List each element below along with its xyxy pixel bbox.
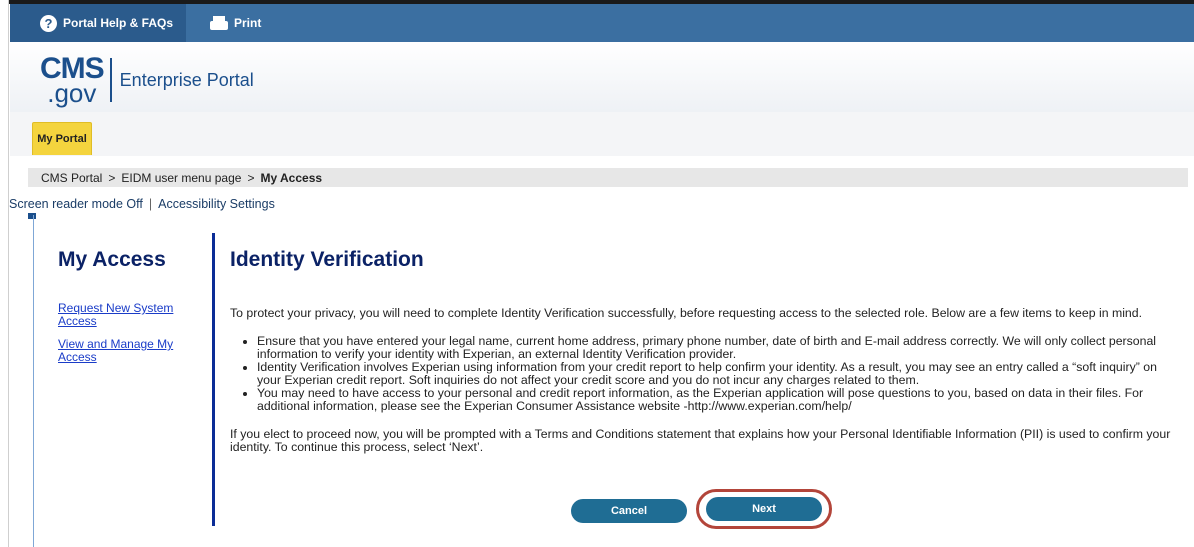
- utility-bar: ? Portal Help & FAQs Print: [10, 4, 1194, 42]
- sidebar: My Access Request New System Access View…: [58, 248, 198, 364]
- list-item: You may need to have access to your pers…: [257, 387, 1175, 413]
- breadcrumb-separator: >: [247, 170, 255, 185]
- accessibility-links: Screen reader mode Off | Accessibility Set…: [9, 197, 275, 211]
- column-divider: [212, 233, 215, 526]
- window-left-border: [0, 0, 9, 547]
- breadcrumb-cms-portal[interactable]: CMS Portal: [41, 171, 102, 185]
- site-header: CMS .gov Enterprise Portal: [10, 42, 1194, 112]
- sidebar-title: My Access: [58, 248, 166, 271]
- tab-bar: My Portal: [10, 112, 1194, 156]
- sidebar-link-view-and-manage-access[interactable]: View and Manage My Access: [58, 338, 198, 364]
- accessibility-settings-link[interactable]: Accessibility Settings: [158, 197, 275, 211]
- next-button[interactable]: Next: [706, 497, 822, 521]
- print-button[interactable]: Print: [206, 4, 261, 42]
- print-label: Print: [234, 16, 262, 30]
- content-corner-marker: [28, 213, 36, 219]
- list-item: Ensure that you have entered your legal …: [257, 335, 1175, 361]
- list-item: Identity Verification involves Experian …: [257, 361, 1175, 387]
- cancel-button[interactable]: Cancel: [571, 499, 687, 523]
- portal-help-button[interactable]: ? Portal Help & FAQs: [10, 4, 186, 42]
- guidance-list: Ensure that you have entered your legal …: [230, 335, 1175, 413]
- tab-my-portal[interactable]: My Portal: [32, 122, 92, 155]
- content-left-rule: [33, 215, 34, 547]
- cms-gov-mark: CMS .gov: [40, 52, 105, 108]
- cms-logo[interactable]: CMS .gov Enterprise Portal: [40, 52, 254, 108]
- printer-icon: [210, 16, 228, 30]
- portal-help-label: Portal Help & FAQs: [63, 16, 174, 30]
- portal-title: Enterprise Portal: [119, 69, 254, 90]
- logo-divider: [109, 58, 112, 102]
- link-separator: |: [148, 197, 153, 211]
- breadcrumb-eidm-menu[interactable]: EIDM user menu page: [121, 171, 241, 185]
- breadcrumb-current: My Access: [260, 170, 323, 185]
- main-content: Identity Verification To protect your pr…: [230, 248, 1175, 454]
- breadcrumb-separator: >: [108, 170, 116, 185]
- intro-text: To protect your privacy, you will need t…: [230, 306, 1143, 320]
- sidebar-link-request-new-system-access[interactable]: Request New System Access: [58, 302, 198, 328]
- breadcrumb: CMS Portal > EIDM user menu page > My Ac…: [28, 168, 1188, 187]
- page-title: Identity Verification: [230, 248, 424, 271]
- question-circle-icon: ?: [40, 14, 57, 32]
- closing-text: If you elect to proceed now, you will be…: [230, 427, 1171, 454]
- screen-reader-toggle[interactable]: Screen reader mode Off: [9, 197, 143, 211]
